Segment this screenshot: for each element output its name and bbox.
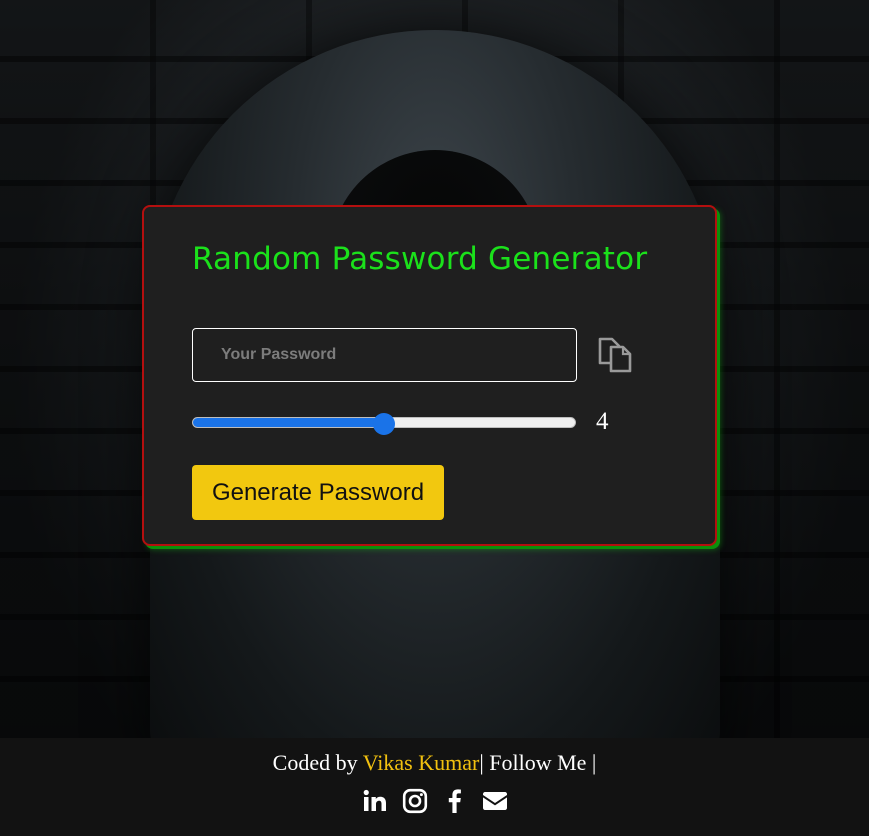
copy-button[interactable]	[596, 335, 634, 373]
generate-password-button[interactable]: Generate Password	[192, 465, 444, 520]
social-links	[0, 788, 869, 816]
facebook-icon	[448, 789, 461, 813]
length-slider[interactable]	[192, 413, 576, 435]
password-length-value: 4	[596, 408, 609, 435]
password-output-field[interactable]	[192, 328, 577, 382]
slider-fill	[193, 418, 385, 427]
linkedin-link[interactable]	[362, 788, 388, 814]
email-icon	[482, 792, 507, 810]
facebook-link[interactable]	[442, 788, 468, 814]
linkedin-icon	[363, 789, 386, 811]
instagram-link[interactable]	[402, 788, 428, 814]
page-title: Random Password Generator	[192, 241, 648, 277]
footer: Coded by Vikas Kumar| Follow Me |	[0, 738, 869, 836]
instagram-icon	[402, 788, 427, 814]
follow-me-text: | Follow Me |	[479, 750, 597, 775]
credits-line: Coded by Vikas Kumar| Follow Me |	[0, 750, 869, 776]
credits-prefix: Coded by	[272, 750, 363, 775]
email-link[interactable]	[482, 788, 508, 814]
slider-thumb[interactable]	[373, 413, 395, 435]
copy-icon	[598, 337, 632, 373]
author-link[interactable]: Vikas Kumar	[363, 750, 480, 775]
password-generator-card: Random Password Generator 4 Generate Pas…	[142, 205, 717, 546]
